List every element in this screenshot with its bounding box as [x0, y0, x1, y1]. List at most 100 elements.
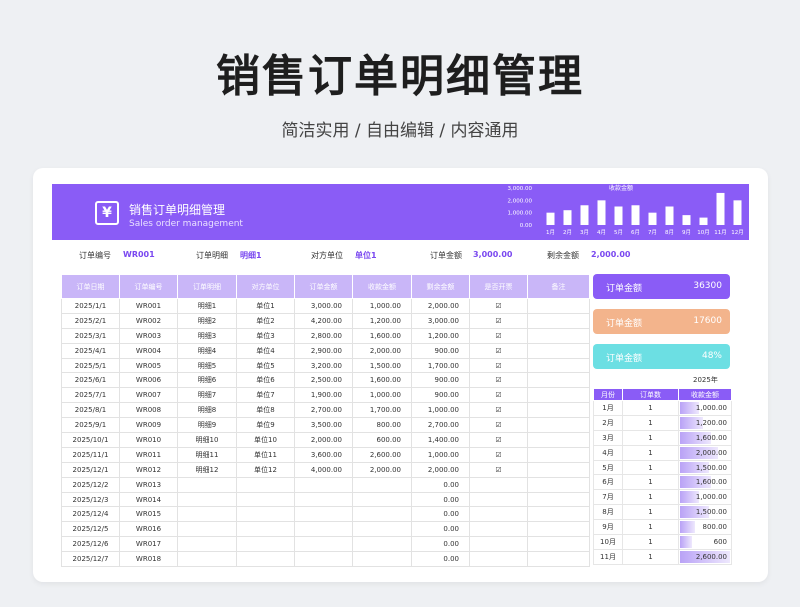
- invoice-checkbox[interactable]: ☑: [469, 327, 528, 344]
- invoice-checkbox[interactable]: ☑: [469, 372, 528, 389]
- table-row[interactable]: 2025/12/1 WR012 明细12 单位12 4,000.00 2,000.00 2,…: [61, 461, 590, 478]
- table-cell: WR011: [119, 446, 178, 463]
- month-cell: 7月: [593, 489, 623, 506]
- table-cell: 单位1: [236, 298, 295, 314]
- invoice-checkbox[interactable]: [469, 551, 528, 568]
- invoice-checkbox[interactable]: [469, 506, 528, 523]
- amount-value: 1,000.00: [695, 493, 727, 502]
- chart-bar: [733, 200, 742, 225]
- amount-data-bar: [680, 521, 696, 534]
- table-cell: 明细10: [177, 432, 237, 448]
- table-row[interactable]: 2025/6/1 WR006 明细6 单位6 2,500.00 1,600.00 900.0…: [61, 372, 590, 389]
- table-cell: 单位9: [236, 417, 295, 434]
- amount-value: 1,500.00: [695, 463, 727, 472]
- invoice-checkbox[interactable]: ☑: [469, 357, 528, 374]
- x-tick-label: 9月: [682, 229, 691, 236]
- table-row[interactable]: 2025/5/1 WR005 明细5 单位5 3,200.00 1,500.00 1,700…: [61, 357, 590, 374]
- invoice-checkbox[interactable]: ☑: [469, 432, 528, 448]
- table-row[interactable]: 2025/2/1 WR002 明细2 单位2 4,200.00 1,200.00 3,000…: [61, 312, 590, 329]
- x-tick-label: 12月: [731, 229, 744, 236]
- invoice-checkbox[interactable]: ☑: [469, 298, 528, 314]
- y-tick-label: 2,000.00: [508, 198, 533, 204]
- table-cell: [527, 342, 590, 359]
- month-cell: 11月: [593, 548, 623, 565]
- table-cell: [294, 521, 353, 538]
- invoice-checkbox[interactable]: ☑: [469, 461, 528, 478]
- orders-table: 订单日期 订单编号 订单明细 对方单位 订单金额 收款金额 剩余金额 是否开票 备注 2025/…: [61, 274, 590, 568]
- count-cell: 1: [622, 429, 679, 446]
- table-cell: [352, 521, 412, 538]
- month-cell: 4月: [593, 444, 623, 461]
- table-row[interactable]: 2025/12/6 WR017 0.00: [61, 536, 590, 553]
- table-cell: [294, 551, 353, 568]
- count-cell: 1: [622, 444, 679, 461]
- amount-cell: 1,600.00: [678, 429, 732, 446]
- invoice-checkbox[interactable]: [469, 521, 528, 538]
- table-cell: 0.00: [411, 551, 470, 568]
- table-cell: 2025/1/1: [61, 298, 120, 314]
- table-cell: [527, 521, 590, 538]
- table-cell: 2,700.00: [294, 402, 353, 419]
- table-cell: 单位4: [236, 342, 295, 359]
- table-cell: [527, 506, 590, 523]
- table-row[interactable]: 2025/10/1 WR010 明细10 单位10 2,000.00 600.00 1,40…: [61, 432, 590, 448]
- table-row[interactable]: 2025/3/1 WR003 明细3 单位3 2,800.00 1,600.00 1,200…: [61, 327, 590, 344]
- table-cell: [352, 506, 412, 523]
- x-tick-label: 4月: [597, 229, 606, 236]
- table-cell: 单位6: [236, 372, 295, 389]
- count-cell: 1: [622, 548, 679, 565]
- invoice-checkbox[interactable]: ☑: [469, 402, 528, 419]
- x-tick-label: 3月: [580, 229, 589, 236]
- table-cell: 1,600.00: [352, 327, 412, 344]
- month-cell: 3月: [593, 429, 623, 446]
- invoice-checkbox[interactable]: [469, 491, 528, 508]
- table-cell: 1,200.00: [352, 312, 412, 329]
- summary-label: 订单金额: [606, 284, 643, 294]
- table-cell: 1,400.00: [411, 432, 470, 448]
- table-cell: [236, 506, 295, 523]
- table-row[interactable]: 2025/12/4 WR015 0.00: [61, 506, 590, 523]
- table-cell: 0.00: [411, 491, 470, 508]
- month-cell: 8月: [593, 504, 623, 521]
- invoice-checkbox[interactable]: ☑: [469, 387, 528, 404]
- table-row[interactable]: 2025/7/1 WR007 明细7 单位7 1,900.00 1,000.00 900.0…: [61, 387, 590, 404]
- table-cell: 2025/6/1: [61, 372, 120, 389]
- table-row[interactable]: 2025/11/1 WR011 明细11 单位11 3,600.00 2,600.00 1,…: [61, 446, 590, 463]
- table-row[interactable]: 2025/1/1 WR001 明细1 单位1 3,000.00 1,000.00 2,000…: [61, 298, 590, 314]
- table-row[interactable]: 2025/12/5 WR016 0.00: [61, 521, 590, 538]
- invoice-checkbox[interactable]: [469, 536, 528, 553]
- table-row[interactable]: 2025/12/3 WR014 0.00: [61, 491, 590, 508]
- month-cell: 1月: [593, 400, 623, 416]
- invoice-checkbox[interactable]: ☑: [469, 446, 528, 463]
- table-cell: 900.00: [411, 387, 470, 404]
- table-cell: 单位3: [236, 327, 295, 344]
- amount-value: 1,000.00: [695, 403, 727, 412]
- x-tick-label: 7月: [648, 229, 657, 236]
- table-cell: 2,000.00: [411, 298, 470, 314]
- invoice-checkbox[interactable]: ☑: [469, 312, 528, 329]
- header-banner: ¥ 销售订单明细管理 Sales order management 收款金额 3,…: [52, 184, 749, 240]
- table-cell: 1,000.00: [411, 402, 470, 419]
- count-cell: 1: [622, 504, 679, 521]
- summary-label: 订单金额: [606, 354, 643, 364]
- table-row[interactable]: 2025/12/7 WR018 0.00: [61, 551, 590, 568]
- table-row[interactable]: 2025/4/1 WR004 明细4 单位4 2,900.00 2,000.00 900.0…: [61, 342, 590, 359]
- table-cell: 1,000.00: [411, 446, 470, 463]
- table-cell: [527, 372, 590, 389]
- table-cell: WR010: [119, 432, 178, 448]
- table-cell: 2025/12/3: [61, 491, 120, 508]
- monthly-row: 7月 1 1,000.00: [593, 489, 732, 506]
- table-cell: 2025/12/7: [61, 551, 120, 568]
- invoice-checkbox[interactable]: ☑: [469, 417, 528, 434]
- table-cell: 2025/4/1: [61, 342, 120, 359]
- table-cell: [177, 521, 237, 538]
- amount-cell: 1,600.00: [678, 474, 732, 491]
- table-cell: WR013: [119, 476, 178, 493]
- invoice-checkbox[interactable]: ☑: [469, 342, 528, 359]
- table-row[interactable]: 2025/8/1 WR008 明细8 单位8 2,700.00 1,700.00 1,000…: [61, 402, 590, 419]
- invoice-checkbox[interactable]: [469, 476, 528, 493]
- table-cell: 0.00: [411, 536, 470, 553]
- table-row[interactable]: 2025/12/2 WR013 0.00: [61, 476, 590, 493]
- x-tick-label: 1月: [546, 229, 555, 236]
- table-row[interactable]: 2025/9/1 WR009 明细9 单位9 3,500.00 800.00 2,700.0…: [61, 417, 590, 434]
